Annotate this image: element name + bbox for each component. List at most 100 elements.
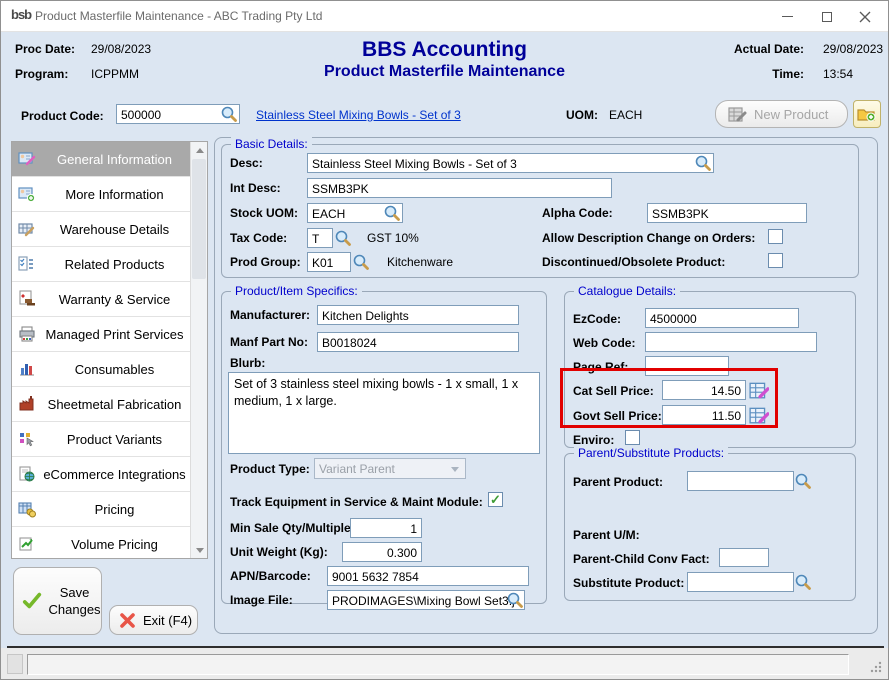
sidebar-item-label: Related Products bbox=[42, 257, 187, 272]
int-desc-label: Int Desc: bbox=[230, 181, 281, 195]
new-product-button[interactable]: New Product bbox=[715, 100, 848, 128]
save-changes-button[interactable]: Save Changes bbox=[13, 567, 102, 635]
scroll-down-button[interactable] bbox=[191, 542, 208, 558]
resize-grip[interactable] bbox=[869, 660, 883, 674]
ezcode-input[interactable]: 4500000 bbox=[645, 308, 799, 328]
track-equipment-label: Track Equipment in Service & Maint Modul… bbox=[230, 495, 483, 509]
sidebar-item-sheetmetal-fabrication[interactable]: Sheetmetal Fabrication bbox=[12, 387, 191, 422]
apn-barcode-label: APN/Barcode: bbox=[230, 569, 311, 583]
new-product-icon bbox=[728, 105, 747, 124]
product-type-select[interactable]: Variant Parent bbox=[314, 458, 466, 479]
chevron-down-icon bbox=[451, 467, 459, 472]
cat-sell-edit-icon[interactable] bbox=[749, 380, 769, 400]
tax-code-input[interactable]: T bbox=[307, 228, 333, 248]
exit-button[interactable]: Exit (F4) bbox=[109, 605, 198, 635]
blurb-textarea[interactable]: Set of 3 stainless steel mixing bowls - … bbox=[228, 372, 540, 454]
app-window: bsb Product Masterfile Maintenance - ABC… bbox=[0, 0, 889, 680]
open-folder-button[interactable] bbox=[853, 100, 881, 128]
status-message-cell bbox=[27, 654, 849, 675]
enviro-label: Enviro: bbox=[573, 433, 614, 447]
unit-weight-input[interactable]: 0.300 bbox=[342, 542, 422, 562]
track-equipment-checkbox[interactable]: ✓ bbox=[488, 492, 503, 507]
min-sale-label: Min Sale Qty/Multiple: bbox=[230, 521, 355, 535]
uom-value: EACH bbox=[609, 108, 642, 122]
scrollbar-thumb[interactable] bbox=[192, 159, 206, 279]
substitute-product-search-icon[interactable] bbox=[794, 573, 812, 591]
int-desc-input[interactable]: SSMB3PK bbox=[307, 178, 612, 198]
desc-input[interactable]: Stainless Steel Mixing Bowls - Set of 3 bbox=[307, 153, 714, 173]
close-button[interactable] bbox=[850, 1, 880, 32]
govt-sell-edit-icon[interactable] bbox=[749, 405, 769, 425]
product-description-link[interactable]: Stainless Steel Mixing Bowls - Set of 3 bbox=[256, 108, 461, 122]
sidebar-item-product-variants[interactable]: Product Variants bbox=[12, 422, 191, 457]
volume-pricing-icon bbox=[12, 535, 42, 553]
apn-barcode-input[interactable]: 9001 5632 7854 bbox=[327, 566, 529, 586]
sidebar-item-consumables[interactable]: Consumables bbox=[12, 352, 191, 387]
cat-sell-price-input[interactable]: 14.50 bbox=[662, 380, 746, 400]
alpha-code-input[interactable]: SSMB3PK bbox=[647, 203, 807, 223]
sidebar-item-general-information[interactable]: General Information bbox=[12, 142, 191, 177]
prod-group-input[interactable]: K01 bbox=[307, 252, 351, 272]
minimize-button[interactable] bbox=[772, 1, 802, 32]
close-icon bbox=[859, 11, 871, 23]
save-changes-label: Save Changes bbox=[48, 584, 101, 618]
pricing-icon bbox=[12, 500, 42, 518]
substitute-product-label: Substitute Product: bbox=[573, 576, 684, 590]
manf-part-input[interactable]: B0018024 bbox=[317, 332, 519, 352]
sidebar-item-ecommerce-integrations[interactable]: eCommerce Integrations bbox=[12, 457, 191, 492]
cat-sell-price-label: Cat Sell Price: bbox=[573, 384, 654, 398]
sidebar-item-label: Consumables bbox=[42, 362, 187, 377]
stock-uom-search-icon[interactable] bbox=[383, 204, 401, 222]
image-file-search-icon[interactable] bbox=[506, 591, 524, 609]
page-ref-label: Page Ref: bbox=[573, 360, 628, 374]
conv-fact-label: Parent-Child Conv Fact: bbox=[573, 552, 710, 566]
basic-details-legend: Basic Details: bbox=[231, 137, 312, 151]
sidebar-item-more-information[interactable]: More Information bbox=[12, 177, 191, 212]
prod-group-search-icon[interactable] bbox=[352, 253, 370, 271]
image-file-input[interactable]: PRODIMAGES\Mixing Bowl Set3.j bbox=[327, 590, 525, 610]
allow-desc-change-checkbox[interactable] bbox=[768, 229, 783, 244]
warehouse-details-icon bbox=[12, 220, 42, 238]
discontinued-checkbox[interactable] bbox=[768, 253, 783, 268]
conv-fact-input[interactable] bbox=[719, 548, 769, 567]
window-title: Product Masterfile Maintenance - ABC Tra… bbox=[35, 1, 322, 32]
sidebar-scrollbar[interactable] bbox=[190, 142, 207, 558]
manf-part-label: Manf Part No: bbox=[230, 335, 308, 349]
sidebar-item-pricing[interactable]: Pricing bbox=[12, 492, 191, 527]
sidebar-item-warehouse-details[interactable]: Warehouse Details bbox=[12, 212, 191, 247]
govt-sell-price-input[interactable]: 11.50 bbox=[662, 405, 746, 425]
product-code-search-icon[interactable] bbox=[220, 105, 238, 123]
desc-search-icon[interactable] bbox=[694, 154, 712, 172]
consumables-icon bbox=[12, 360, 42, 378]
parent-substitute-groupbox: Parent/Substitute Products: Parent Produ… bbox=[564, 453, 856, 601]
stock-uom-label: Stock UOM: bbox=[230, 206, 298, 220]
related-products-icon bbox=[12, 255, 42, 273]
sidebar-item-related-products[interactable]: Related Products bbox=[12, 247, 191, 282]
manufacturer-input[interactable]: Kitchen Delights bbox=[317, 305, 519, 325]
maximize-button[interactable] bbox=[812, 1, 842, 32]
min-sale-input[interactable]: 1 bbox=[350, 518, 422, 538]
sidebar-item-label: Warehouse Details bbox=[42, 222, 187, 237]
sidebar-item-warranty-service[interactable]: Warranty & Service bbox=[12, 282, 191, 317]
uom-label: UOM: bbox=[566, 108, 598, 122]
substitute-product-input[interactable] bbox=[687, 572, 794, 592]
product-type-value: Variant Parent bbox=[319, 462, 395, 476]
page-ref-input[interactable] bbox=[645, 356, 729, 376]
minimize-icon bbox=[782, 16, 793, 17]
prod-group-desc: Kitchenware bbox=[387, 255, 453, 269]
tax-code-search-icon[interactable] bbox=[334, 229, 352, 247]
ecommerce-integrations-icon bbox=[12, 465, 42, 483]
sidebar-item-managed-print-services[interactable]: Managed Print Services bbox=[12, 317, 191, 352]
parent-um-label: Parent U/M: bbox=[573, 528, 640, 542]
scroll-up-button[interactable] bbox=[191, 142, 208, 158]
parent-product-search-icon[interactable] bbox=[794, 472, 812, 490]
web-code-input[interactable] bbox=[645, 332, 817, 352]
enviro-checkbox[interactable] bbox=[625, 430, 640, 445]
parent-product-label: Parent Product: bbox=[573, 475, 663, 489]
allow-desc-change-label: Allow Description Change on Orders: bbox=[542, 231, 755, 245]
sidebar-item-label: Product Variants bbox=[42, 432, 187, 447]
parent-product-input[interactable] bbox=[687, 471, 794, 491]
sidebar-item-label: Sheetmetal Fabrication bbox=[42, 397, 187, 412]
sidebar-item-volume-pricing[interactable]: Volume Pricing bbox=[12, 527, 191, 559]
sidebar-nav: General Information More Information War… bbox=[11, 141, 208, 559]
